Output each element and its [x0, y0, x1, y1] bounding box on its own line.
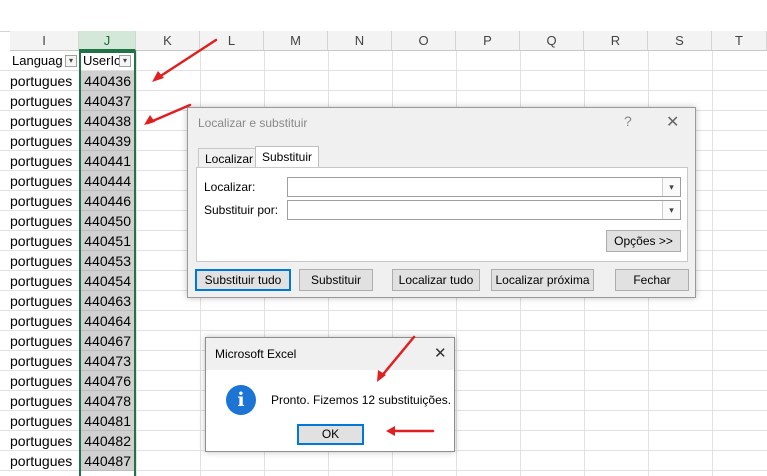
- userid-cell[interactable]: 440437: [80, 91, 134, 111]
- find-input[interactable]: ▾: [287, 177, 681, 197]
- userid-cell[interactable]: 440446: [80, 191, 134, 211]
- close-icon[interactable]: ✕: [434, 344, 447, 362]
- help-icon[interactable]: ?: [624, 113, 632, 129]
- column-header-k[interactable]: K: [136, 31, 200, 51]
- column-header-r[interactable]: R: [584, 31, 648, 51]
- tab-replace[interactable]: Substituir: [255, 146, 320, 169]
- userid-cell[interactable]: 440467: [80, 331, 134, 351]
- find-replace-dialog: Localizar e substituir ? ✕ Localizar Sub…: [187, 107, 696, 298]
- userid-cell[interactable]: 440481: [80, 411, 134, 431]
- language-cell[interactable]: portugues: [10, 431, 78, 451]
- options-button[interactable]: Opções >>: [606, 230, 681, 252]
- column-header-j[interactable]: J: [79, 31, 136, 51]
- message-text: Pronto. Fizemos 12 substituições.: [271, 393, 452, 407]
- language-cell[interactable]: portugues: [10, 331, 78, 351]
- language-cell[interactable]: portugues: [10, 451, 78, 471]
- replace-input[interactable]: ▾: [287, 200, 681, 220]
- column-header-n[interactable]: N: [328, 31, 392, 51]
- language-cell[interactable]: portugues: [10, 71, 78, 91]
- userid-cell[interactable]: 440439: [80, 131, 134, 151]
- userid-cell[interactable]: 440450: [80, 211, 134, 231]
- gridline: [136, 51, 137, 476]
- userid-cell[interactable]: 440463: [80, 291, 134, 311]
- close-button[interactable]: Fechar: [615, 269, 689, 291]
- replace-panel: Localizar: ▾ Substituir por: ▾ Opções >>: [196, 167, 688, 262]
- column-header-i[interactable]: I: [10, 31, 79, 51]
- filter-dropdown-icon[interactable]: ▾: [119, 55, 131, 67]
- language-cell[interactable]: portugues: [10, 111, 78, 131]
- column-header-l[interactable]: L: [200, 31, 264, 51]
- userid-cell[interactable]: 440464: [80, 311, 134, 331]
- ok-button[interactable]: OK: [297, 424, 364, 445]
- language-cell[interactable]: portugues: [10, 311, 78, 331]
- chevron-down-icon[interactable]: ▾: [662, 178, 680, 196]
- language-cell[interactable]: portugues: [10, 131, 78, 151]
- filter-dropdown-icon[interactable]: ▾: [65, 55, 77, 67]
- column-header-o[interactable]: O: [392, 31, 456, 51]
- replace-label: Substituir por:: [204, 203, 279, 217]
- dialog-title: Localizar e substituir: [198, 116, 308, 130]
- chevron-down-icon[interactable]: ▾: [662, 201, 680, 219]
- gridline: [712, 51, 713, 476]
- replace-button[interactable]: Substituir: [299, 269, 373, 291]
- userid-cell[interactable]: 440473: [80, 351, 134, 371]
- language-cell[interactable]: portugues: [10, 91, 78, 111]
- language-cell[interactable]: portugues: [10, 211, 78, 231]
- userid-cell[interactable]: 440451: [80, 231, 134, 251]
- find-all-button[interactable]: Localizar tudo: [392, 269, 480, 291]
- column-header-p[interactable]: P: [456, 31, 520, 51]
- close-icon[interactable]: ✕: [666, 112, 679, 132]
- language-cell[interactable]: portugues: [10, 171, 78, 191]
- replace-all-button[interactable]: Substituir tudo: [195, 269, 291, 291]
- userid-cell[interactable]: 440453: [80, 251, 134, 271]
- column-header-t[interactable]: T: [712, 31, 767, 51]
- find-next-button[interactable]: Localizar próxima: [491, 269, 594, 291]
- language-cell[interactable]: portugues: [10, 351, 78, 371]
- language-cell[interactable]: portugues: [10, 391, 78, 411]
- column-header-s[interactable]: S: [648, 31, 712, 51]
- userid-cell[interactable]: 440441: [80, 151, 134, 171]
- column-header-m[interactable]: M: [264, 31, 328, 51]
- message-title: Microsoft Excel: [215, 347, 297, 361]
- formula-bar-area: [0, 0, 767, 32]
- find-label: Localizar:: [204, 180, 256, 194]
- userid-cell[interactable]: 440444: [80, 171, 134, 191]
- language-cell[interactable]: portugues: [10, 371, 78, 391]
- language-cell[interactable]: portugues: [10, 271, 78, 291]
- header-cell-userid[interactable]: UserIc: [83, 51, 119, 71]
- userid-cell[interactable]: 440487: [80, 451, 134, 471]
- userid-cell[interactable]: 440476: [80, 371, 134, 391]
- language-cell[interactable]: portugues: [10, 151, 78, 171]
- userid-cell[interactable]: 440438: [80, 111, 134, 131]
- column-header-q[interactable]: Q: [520, 31, 584, 51]
- userid-cell[interactable]: 440482: [80, 431, 134, 451]
- language-cell[interactable]: portugues: [10, 231, 78, 251]
- tab-find[interactable]: Localizar: [198, 148, 261, 168]
- language-cell[interactable]: portugues: [10, 191, 78, 211]
- language-cell[interactable]: portugues: [10, 411, 78, 431]
- message-box: Microsoft Excel ✕ i Pronto. Fizemos 12 s…: [205, 337, 455, 452]
- userid-cell[interactable]: 440454: [80, 271, 134, 291]
- userid-cell[interactable]: 440478: [80, 391, 134, 411]
- language-cell[interactable]: portugues: [10, 291, 78, 311]
- header-cell-language[interactable]: Languag: [12, 51, 65, 71]
- userid-cell[interactable]: 440436: [80, 71, 134, 91]
- information-icon: i: [226, 385, 256, 415]
- language-cell[interactable]: portugues: [10, 251, 78, 271]
